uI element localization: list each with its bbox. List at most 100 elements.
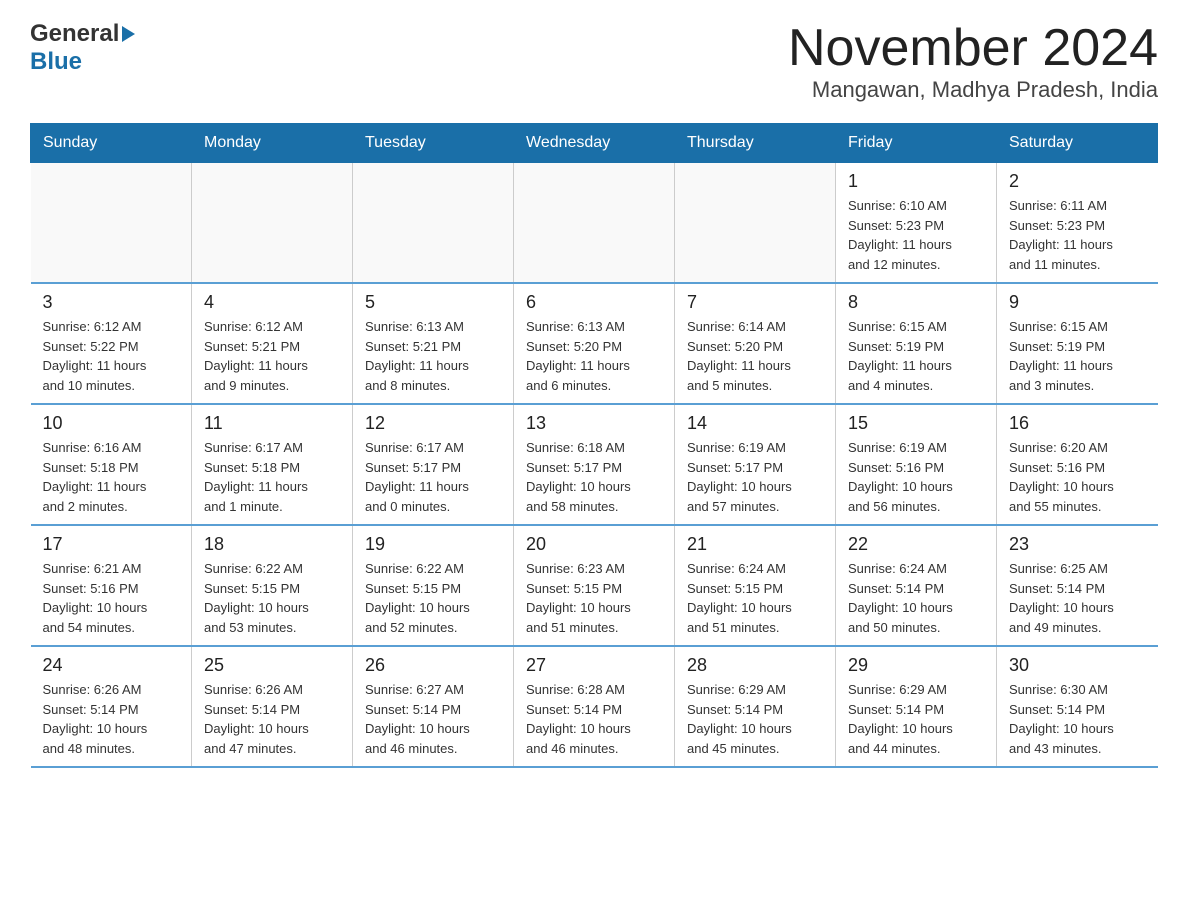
day-info: Sunrise: 6:14 AM Sunset: 5:20 PM Dayligh… (687, 317, 823, 395)
day-number: 8 (848, 292, 984, 313)
day-info: Sunrise: 6:16 AM Sunset: 5:18 PM Dayligh… (43, 438, 180, 516)
day-info: Sunrise: 6:29 AM Sunset: 5:14 PM Dayligh… (687, 680, 823, 758)
calendar-cell: 25 Sunrise: 6:26 AM Sunset: 5:14 PM Dayli… (192, 646, 353, 767)
day-info: Sunrise: 6:24 AM Sunset: 5:14 PM Dayligh… (848, 559, 984, 637)
calendar-cell: 1 Sunrise: 6:10 AM Sunset: 5:23 PM Daylig… (836, 163, 997, 284)
calendar-cell: 28Sunrise: 6:29 AM Sunset: 5:14 PM Dayli… (675, 646, 836, 767)
logo-blue-text: Blue (30, 48, 82, 75)
calendar-cell (675, 163, 836, 284)
calendar-week-1: 1 Sunrise: 6:10 AM Sunset: 5:23 PM Daylig… (31, 163, 1158, 284)
calendar-cell: 24 Sunrise: 6:26 AM Sunset: 5:14 PM Dayli… (31, 646, 192, 767)
day-number: 23 (1009, 534, 1146, 555)
day-number: 29 (848, 655, 984, 676)
calendar-subtitle: Mangawan, Madhya Pradesh, India (788, 77, 1158, 103)
day-number: 25 (204, 655, 340, 676)
calendar-cell: 15 Sunrise: 6:19 AM Sunset: 5:16 PM Dayli… (836, 404, 997, 525)
calendar-week-2: 3 Sunrise: 6:12 AM Sunset: 5:22 PM Daylig… (31, 283, 1158, 404)
day-info: Sunrise: 6:15 AM Sunset: 5:19 PM Dayligh… (1009, 317, 1146, 395)
day-info: Sunrise: 6:21 AM Sunset: 5:16 PM Dayligh… (43, 559, 180, 637)
day-info: Sunrise: 6:26 AM Sunset: 5:14 PM Dayligh… (204, 680, 340, 758)
weekday-header-sunday: Sunday (31, 124, 192, 163)
day-info: Sunrise: 6:29 AM Sunset: 5:14 PM Dayligh… (848, 680, 984, 758)
day-number: 1 (848, 171, 984, 192)
day-info: Sunrise: 6:25 AM Sunset: 5:14 PM Dayligh… (1009, 559, 1146, 637)
calendar-cell (192, 163, 353, 284)
calendar-cell: 18 Sunrise: 6:22 AM Sunset: 5:15 PM Dayli… (192, 525, 353, 646)
day-number: 3 (43, 292, 180, 313)
day-number: 21 (687, 534, 823, 555)
calendar-cell (353, 163, 514, 284)
day-info: Sunrise: 6:17 AM Sunset: 5:17 PM Dayligh… (365, 438, 501, 516)
day-info: Sunrise: 6:28 AM Sunset: 5:14 PM Dayligh… (526, 680, 662, 758)
calendar-cell: 22 Sunrise: 6:24 AM Sunset: 5:14 PM Dayli… (836, 525, 997, 646)
weekday-header-friday: Friday (836, 124, 997, 163)
day-info: Sunrise: 6:10 AM Sunset: 5:23 PM Dayligh… (848, 196, 984, 274)
day-number: 11 (204, 413, 340, 434)
calendar-cell: 29 Sunrise: 6:29 AM Sunset: 5:14 PM Dayli… (836, 646, 997, 767)
day-number: 22 (848, 534, 984, 555)
day-info: Sunrise: 6:12 AM Sunset: 5:22 PM Dayligh… (43, 317, 180, 395)
weekday-header-saturday: Saturday (997, 124, 1158, 163)
calendar-cell: 16 Sunrise: 6:20 AM Sunset: 5:16 PM Dayli… (997, 404, 1158, 525)
logo-triangle-icon (122, 26, 135, 42)
day-number: 16 (1009, 413, 1146, 434)
day-number: 9 (1009, 292, 1146, 313)
calendar-cell (514, 163, 675, 284)
day-info: Sunrise: 6:13 AM Sunset: 5:21 PM Dayligh… (365, 317, 501, 395)
day-info: Sunrise: 6:15 AM Sunset: 5:19 PM Dayligh… (848, 317, 984, 395)
day-number: 7 (687, 292, 823, 313)
calendar-week-5: 24 Sunrise: 6:26 AM Sunset: 5:14 PM Dayli… (31, 646, 1158, 767)
calendar-cell: 26Sunrise: 6:27 AM Sunset: 5:14 PM Dayli… (353, 646, 514, 767)
weekday-header-row: SundayMondayTuesdayWednesdayThursdayFrid… (31, 124, 1158, 163)
calendar-cell: 19Sunrise: 6:22 AM Sunset: 5:15 PM Dayli… (353, 525, 514, 646)
day-info: Sunrise: 6:17 AM Sunset: 5:18 PM Dayligh… (204, 438, 340, 516)
day-number: 12 (365, 413, 501, 434)
day-info: Sunrise: 6:24 AM Sunset: 5:15 PM Dayligh… (687, 559, 823, 637)
calendar-header: SundayMondayTuesdayWednesdayThursdayFrid… (31, 124, 1158, 163)
title-block: November 2024 Mangawan, Madhya Pradesh, … (788, 20, 1158, 103)
day-info: Sunrise: 6:11 AM Sunset: 5:23 PM Dayligh… (1009, 196, 1146, 274)
calendar-cell: 8 Sunrise: 6:15 AM Sunset: 5:19 PM Daylig… (836, 283, 997, 404)
day-info: Sunrise: 6:30 AM Sunset: 5:14 PM Dayligh… (1009, 680, 1146, 758)
page-header: General Blue November 2024 Mangawan, Mad… (30, 20, 1158, 103)
calendar-title: November 2024 (788, 20, 1158, 77)
calendar-cell: 9 Sunrise: 6:15 AM Sunset: 5:19 PM Daylig… (997, 283, 1158, 404)
weekday-header-tuesday: Tuesday (353, 124, 514, 163)
calendar-cell: 27Sunrise: 6:28 AM Sunset: 5:14 PM Dayli… (514, 646, 675, 767)
calendar-cell: 20Sunrise: 6:23 AM Sunset: 5:15 PM Dayli… (514, 525, 675, 646)
day-number: 24 (43, 655, 180, 676)
day-info: Sunrise: 6:12 AM Sunset: 5:21 PM Dayligh… (204, 317, 340, 395)
day-number: 30 (1009, 655, 1146, 676)
calendar-cell: 11 Sunrise: 6:17 AM Sunset: 5:18 PM Dayli… (192, 404, 353, 525)
day-number: 15 (848, 413, 984, 434)
day-info: Sunrise: 6:13 AM Sunset: 5:20 PM Dayligh… (526, 317, 662, 395)
calendar-week-3: 10 Sunrise: 6:16 AM Sunset: 5:18 PM Dayli… (31, 404, 1158, 525)
day-info: Sunrise: 6:19 AM Sunset: 5:17 PM Dayligh… (687, 438, 823, 516)
day-number: 17 (43, 534, 180, 555)
logo-general-text: General (30, 20, 119, 48)
day-number: 19 (365, 534, 501, 555)
day-info: Sunrise: 6:22 AM Sunset: 5:15 PM Dayligh… (204, 559, 340, 637)
day-number: 2 (1009, 171, 1146, 192)
day-info: Sunrise: 6:26 AM Sunset: 5:14 PM Dayligh… (43, 680, 180, 758)
calendar-cell: 7 Sunrise: 6:14 AM Sunset: 5:20 PM Daylig… (675, 283, 836, 404)
calendar-week-4: 17 Sunrise: 6:21 AM Sunset: 5:16 PM Dayli… (31, 525, 1158, 646)
day-number: 26 (365, 655, 501, 676)
calendar-cell (31, 163, 192, 284)
day-number: 10 (43, 413, 180, 434)
calendar-cell: 2 Sunrise: 6:11 AM Sunset: 5:23 PM Daylig… (997, 163, 1158, 284)
day-number: 18 (204, 534, 340, 555)
day-number: 4 (204, 292, 340, 313)
calendar-cell: 30 Sunrise: 6:30 AM Sunset: 5:14 PM Dayli… (997, 646, 1158, 767)
weekday-header-wednesday: Wednesday (514, 124, 675, 163)
day-number: 20 (526, 534, 662, 555)
calendar-cell: 21 Sunrise: 6:24 AM Sunset: 5:15 PM Dayli… (675, 525, 836, 646)
calendar-cell: 12 Sunrise: 6:17 AM Sunset: 5:17 PM Dayli… (353, 404, 514, 525)
day-info: Sunrise: 6:19 AM Sunset: 5:16 PM Dayligh… (848, 438, 984, 516)
weekday-header-thursday: Thursday (675, 124, 836, 163)
calendar-cell: 10 Sunrise: 6:16 AM Sunset: 5:18 PM Dayli… (31, 404, 192, 525)
day-info: Sunrise: 6:20 AM Sunset: 5:16 PM Dayligh… (1009, 438, 1146, 516)
day-info: Sunrise: 6:18 AM Sunset: 5:17 PM Dayligh… (526, 438, 662, 516)
logo: General Blue (30, 20, 135, 76)
calendar-cell: 13Sunrise: 6:18 AM Sunset: 5:17 PM Dayli… (514, 404, 675, 525)
